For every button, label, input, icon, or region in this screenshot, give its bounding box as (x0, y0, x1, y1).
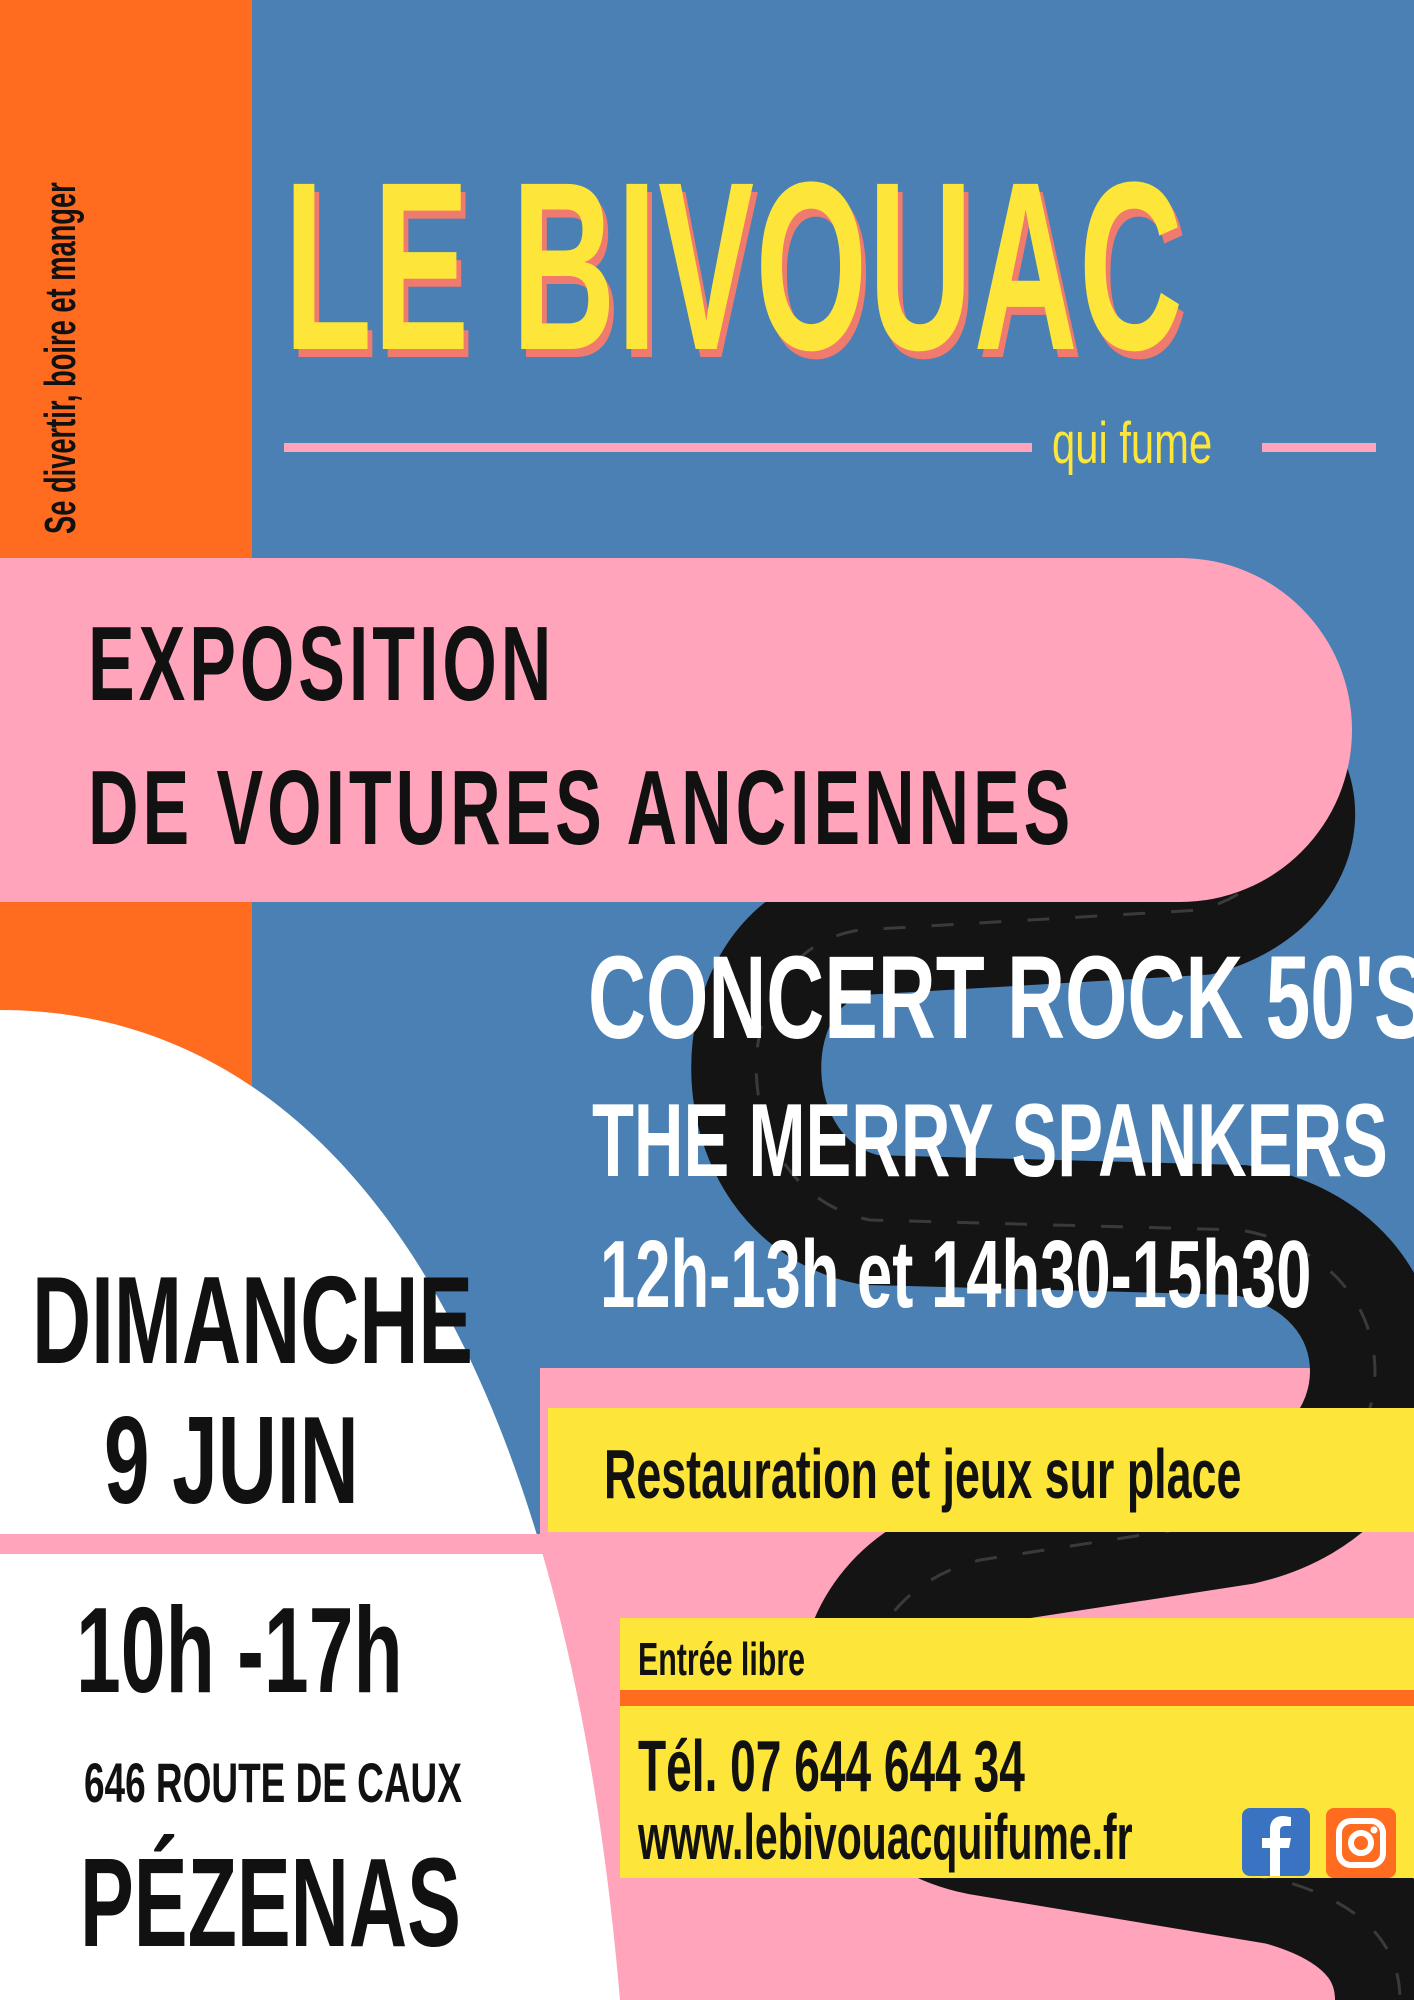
exposition-line2: DE VOITURES ANCIENNES (88, 749, 1075, 867)
facebook-glyph (1262, 1816, 1291, 1876)
concert-band: THE MERRY SPANKERS (592, 1083, 1388, 1199)
logo-subtitle: qui fume (1052, 411, 1213, 476)
date-day: DIMANCHE (32, 1252, 474, 1390)
pink-stripe (0, 1534, 604, 1554)
restauration-text: Restauration et jeux sur place (604, 1435, 1242, 1513)
concert-title: CONCERT ROCK 50'S (588, 932, 1414, 1064)
contact-website[interactable]: www.lebivouacquifume.fr (638, 1800, 1133, 1874)
date-date: 9 JUIN (104, 1392, 359, 1530)
exposition-line1: EXPOSITION (88, 605, 556, 723)
contact-phone: Tél. 07 644 644 34 (638, 1727, 1025, 1807)
instagram-icon[interactable] (1326, 1808, 1396, 1878)
opening-hours: 10h -17h (76, 1582, 403, 1718)
logo: LE BIVOUAC qui fume (0, 0, 1414, 480)
logo-name: LE BIVOUAC (284, 132, 1185, 400)
instagram-glyph (1336, 1818, 1386, 1868)
facebook-icon[interactable] (1242, 1808, 1310, 1876)
entry-text: Entrée libre (638, 1633, 806, 1685)
address-city: PÉZENAS (80, 1832, 461, 1973)
address-street: 646 ROUTE DE CAUX (84, 1751, 462, 1814)
concert-times: 12h-13h et 14h30-15h30 (600, 1221, 1312, 1328)
entry-divider (620, 1690, 1414, 1706)
